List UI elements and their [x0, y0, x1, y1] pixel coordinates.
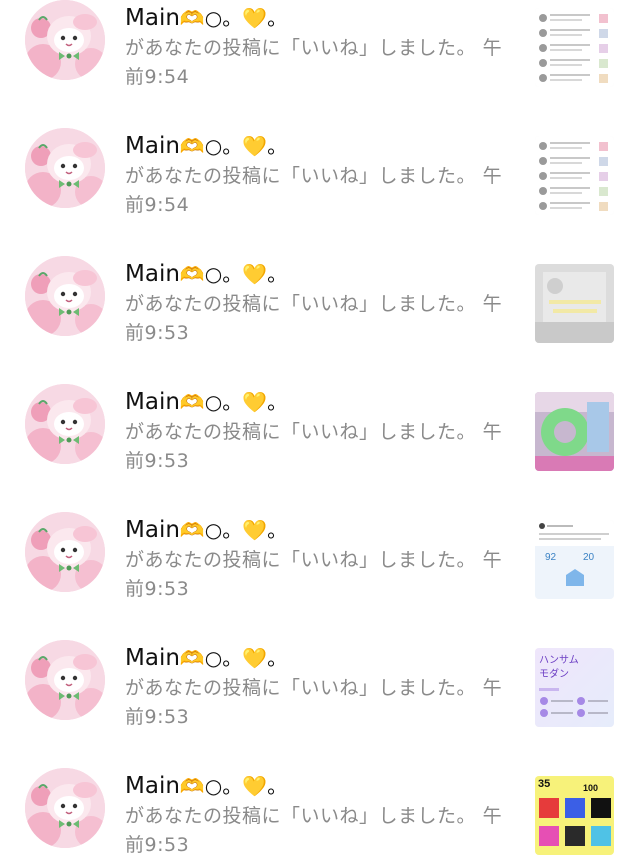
message-text: があなたの投稿に「いいね」しました。: [125, 293, 477, 315]
avatar-character-icon: [25, 512, 105, 592]
avatar-character-icon: [25, 640, 105, 720]
svg-text:20: 20: [583, 552, 595, 563]
user-name[interactable]: Main: [125, 773, 180, 799]
notification-item[interactable]: Main🫶○。💛。 があなたの投稿に「いいね」しました。 午前9:54: [0, 128, 640, 256]
notification-message: があなたの投稿に「いいね」しました。 午前9:54: [125, 162, 515, 220]
user-name[interactable]: Main: [125, 517, 180, 543]
user-name[interactable]: Main: [125, 389, 180, 415]
svg-text:35: 35: [538, 778, 550, 790]
message-text: があなたの投稿に「いいね」しました。: [125, 421, 477, 443]
user-name-emoji: 🫶○。💛。: [179, 6, 288, 30]
post-thumbnail-green-ring-photo[interactable]: [535, 392, 614, 471]
avatar[interactable]: [25, 768, 105, 848]
message-text: があなたの投稿に「いいね」しました。: [125, 549, 477, 571]
avatar-character-icon: [25, 256, 105, 336]
avatar[interactable]: [25, 128, 105, 208]
notification-item[interactable]: Main🫶○。💛。 があなたの投稿に「いいね」しました。 午前9:53 92 20: [0, 512, 640, 640]
avatar-character-icon: [25, 0, 105, 80]
message-text: があなたの投稿に「いいね」しました。: [125, 677, 477, 699]
notification-message: があなたの投稿に「いいね」しました。 午前9:53: [125, 290, 515, 348]
notification-text: Main🫶○。💛。 があなたの投稿に「いいね」しました。 午前9:54: [125, 130, 515, 220]
notification-text: Main🫶○。💛。 があなたの投稿に「いいね」しました。 午前9:53: [125, 386, 515, 476]
notification-item[interactable]: Main🫶○。💛。 があなたの投稿に「いいね」しました。 午前9:53 35 10…: [0, 768, 640, 855]
notification-message: があなたの投稿に「いいね」しました。 午前9:53: [125, 802, 515, 855]
user-name-emoji: 🫶○。💛。: [179, 262, 288, 286]
user-name[interactable]: Main: [125, 5, 180, 31]
message-text: があなたの投稿に「いいね」しました。: [125, 165, 477, 187]
avatar[interactable]: [25, 640, 105, 720]
post-thumbnail-list-screenshot[interactable]: [535, 8, 614, 87]
avatar[interactable]: [25, 256, 105, 336]
post-thumbnail-list-screenshot[interactable]: [535, 136, 614, 215]
notification-message: があなたの投稿に「いいね」しました。 午前9:53: [125, 546, 515, 604]
notification-text: Main🫶○。💛。 があなたの投稿に「いいね」しました。 午前9:53: [125, 642, 515, 732]
post-thumbnail-stats-card[interactable]: 92 20: [535, 520, 614, 599]
notification-message: があなたの投稿に「いいね」しました。 午前9:54: [125, 34, 515, 92]
notification-item[interactable]: Main🫶○。💛。 があなたの投稿に「いいね」しました。 午前9:53: [0, 256, 640, 384]
user-name-emoji: 🫶○。💛。: [179, 134, 288, 158]
notification-item[interactable]: Main🫶○。💛。 があなたの投稿に「いいね」しました。 午前9:53: [0, 384, 640, 512]
notification-text: Main🫶○。💛。 があなたの投稿に「いいね」しました。 午前9:54: [125, 2, 515, 92]
notification-message: があなたの投稿に「いいね」しました。 午前9:53: [125, 418, 515, 476]
svg-text:92: 92: [545, 552, 557, 563]
svg-text:100: 100: [583, 783, 598, 793]
svg-text:モダン: モダン: [539, 667, 569, 680]
notification-text: Main🫶○。💛。 があなたの投稿に「いいね」しました。 午前9:53: [125, 514, 515, 604]
notification-item[interactable]: Main🫶○。💛。 があなたの投稿に「いいね」しました。 午前9:53 ハンサム…: [0, 640, 640, 768]
user-name[interactable]: Main: [125, 261, 180, 287]
avatar-character-icon: [25, 128, 105, 208]
user-name[interactable]: Main: [125, 133, 180, 159]
svg-text:ハンサム: ハンサム: [539, 654, 579, 666]
notification-text: Main🫶○。💛。 があなたの投稿に「いいね」しました。 午前9:53: [125, 258, 515, 348]
notification-list: Main🫶○。💛。 があなたの投稿に「いいね」しました。 午前9:54 Main…: [0, 0, 640, 855]
post-thumbnail-purple-card[interactable]: ハンサム モダン: [535, 648, 614, 727]
post-thumbnail-gray-card[interactable]: [535, 264, 614, 343]
message-text: があなたの投稿に「いいね」しました。: [125, 805, 477, 827]
user-name-emoji: 🫶○。💛。: [179, 646, 288, 670]
user-name-emoji: 🫶○。💛。: [179, 774, 288, 798]
avatar[interactable]: [25, 512, 105, 592]
avatar-character-icon: [25, 384, 105, 464]
user-name-emoji: 🫶○。💛。: [179, 390, 288, 414]
avatar[interactable]: [25, 384, 105, 464]
notification-message: があなたの投稿に「いいね」しました。 午前9:53: [125, 674, 515, 732]
message-text: があなたの投稿に「いいね」しました。: [125, 37, 477, 59]
avatar-character-icon: [25, 768, 105, 848]
notification-item[interactable]: Main🫶○。💛。 があなたの投稿に「いいね」しました。 午前9:54: [0, 0, 640, 128]
notification-text: Main🫶○。💛。 があなたの投稿に「いいね」しました。 午前9:53: [125, 770, 515, 855]
avatar[interactable]: [25, 0, 105, 80]
user-name[interactable]: Main: [125, 645, 180, 671]
post-thumbnail-colorful-grid[interactable]: 35 100: [535, 776, 614, 855]
user-name-emoji: 🫶○。💛。: [179, 518, 288, 542]
